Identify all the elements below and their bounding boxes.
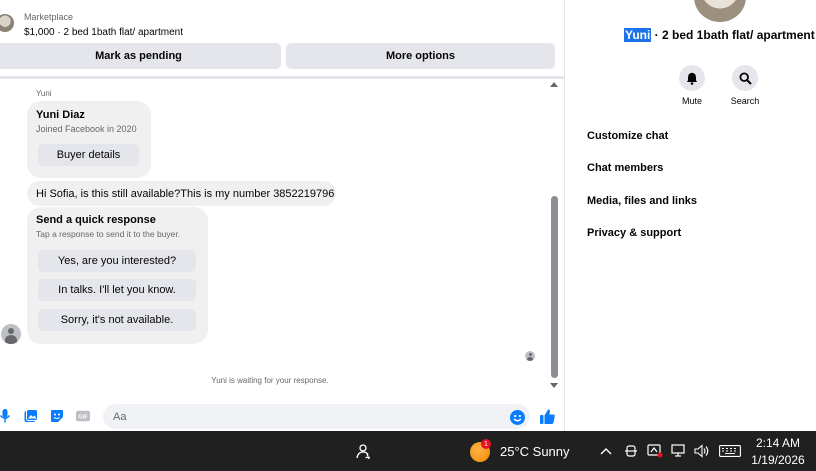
security-alert-icon[interactable] bbox=[647, 443, 663, 459]
quick-response-card: Send a quick response Tap a response to … bbox=[27, 207, 208, 344]
buyer-joined-text: Joined Facebook in 2020 bbox=[36, 124, 137, 134]
conversation-info-pane: Yuni · 2 bed 1bath flat/ apartment Mute … bbox=[576, 0, 816, 431]
mute-button[interactable] bbox=[679, 65, 705, 91]
gif-label: GIF bbox=[78, 414, 88, 420]
listing-header[interactable]: Marketplace $1,000 · 2 bed 1bath flat/ a… bbox=[0, 8, 565, 40]
chat-pane: Marketplace $1,000 · 2 bed 1bath flat/ a… bbox=[0, 0, 565, 431]
scroll-down-arrow-icon[interactable] bbox=[550, 383, 558, 388]
show-hidden-icons-chevron-icon[interactable] bbox=[598, 443, 614, 459]
photo-icon[interactable] bbox=[24, 409, 38, 423]
mute-label: Mute bbox=[681, 96, 702, 106]
info-pane-title: Yuni · 2 bed 1bath flat/ apartment bbox=[624, 28, 815, 42]
message-composer: GIF bbox=[0, 401, 565, 431]
weather-alert-badge: 1 bbox=[481, 439, 491, 449]
quick-response-subtitle: Tap a response to send it to the buyer. bbox=[36, 229, 181, 239]
gif-icon[interactable]: GIF bbox=[76, 409, 90, 423]
sender-label: Yuni bbox=[36, 89, 52, 98]
microphone-icon[interactable] bbox=[0, 409, 12, 423]
info-title-rest: · 2 bed 1bath flat/ apartment bbox=[651, 28, 815, 42]
listing-title: $1,000 · 2 bed 1bath flat/ apartment bbox=[24, 27, 183, 38]
waiting-note: Yuni is waiting for your response. bbox=[211, 376, 329, 385]
quick-response-not-available-button[interactable]: Sorry, it's not available. bbox=[38, 309, 196, 331]
scrollbar-thumb[interactable] bbox=[551, 196, 558, 378]
quick-response-yes-button[interactable]: Yes, are you interested? bbox=[38, 250, 196, 272]
incoming-message: Hi Sofia, is this still available?This i… bbox=[27, 181, 336, 206]
scroll-up-arrow-icon[interactable] bbox=[550, 82, 558, 87]
listing-source: Marketplace bbox=[24, 12, 74, 22]
sticker-icon[interactable] bbox=[50, 409, 64, 423]
header-divider bbox=[0, 76, 565, 79]
people-icon[interactable] bbox=[354, 443, 372, 461]
keyboard-icon[interactable] bbox=[718, 443, 742, 459]
menu-media-files-links[interactable]: Media, files and links bbox=[587, 195, 697, 207]
menu-chat-members[interactable]: Chat members bbox=[587, 162, 663, 174]
listing-thumbnail bbox=[0, 14, 14, 32]
search-button[interactable] bbox=[732, 65, 758, 91]
quick-response-title: Send a quick response bbox=[36, 214, 156, 226]
message-input[interactable] bbox=[103, 404, 530, 429]
buyer-profile-card: Yuni Diaz Joined Facebook in 2020 Buyer … bbox=[27, 101, 151, 178]
thumbs-up-icon[interactable] bbox=[539, 408, 556, 425]
search-label: Search bbox=[730, 96, 760, 106]
buyer-name: Yuni Diaz bbox=[36, 109, 85, 121]
emoji-icon[interactable] bbox=[510, 410, 525, 425]
network-icon[interactable] bbox=[671, 443, 687, 459]
quick-response-in-talks-button[interactable]: In talks. I'll let you know. bbox=[38, 279, 196, 301]
menu-customize-chat[interactable]: Customize chat bbox=[587, 130, 668, 142]
clock-date: 1/19/2026 bbox=[751, 453, 805, 467]
volume-icon[interactable] bbox=[694, 443, 710, 459]
mark-as-pending-button[interactable]: Mark as pending bbox=[0, 43, 281, 69]
sender-avatar[interactable] bbox=[1, 324, 21, 344]
seen-receipt-avatar bbox=[525, 351, 535, 361]
menu-privacy-support[interactable]: Privacy & support bbox=[587, 227, 681, 239]
system-clock[interactable]: 2:14 AM 1/19/2026 bbox=[746, 435, 810, 469]
clock-time: 2:14 AM bbox=[755, 436, 801, 450]
bell-icon bbox=[686, 72, 698, 85]
info-title-highlight: Yuni bbox=[624, 28, 652, 42]
more-options-button[interactable]: More options bbox=[286, 43, 555, 69]
listing-photo[interactable] bbox=[694, 0, 746, 22]
search-icon bbox=[738, 71, 752, 85]
weather-text[interactable]: 25°C Sunny bbox=[500, 444, 570, 459]
windows-taskbar: 1 25°C Sunny 2:14 AM 1/19/2026 bbox=[0, 431, 816, 471]
buyer-details-button[interactable]: Buyer details bbox=[38, 144, 139, 166]
meet-now-icon[interactable] bbox=[623, 443, 639, 459]
